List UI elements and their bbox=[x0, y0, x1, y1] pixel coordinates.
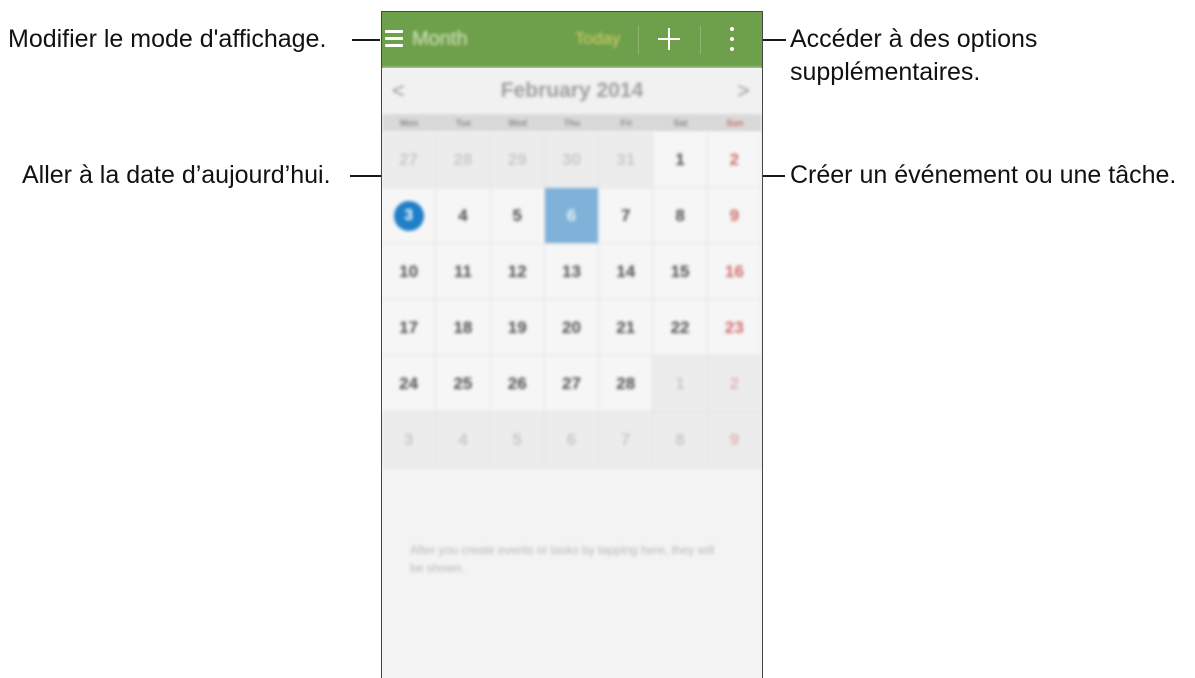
calendar-day-cell[interactable]: 5 bbox=[490, 188, 545, 244]
calendar-day-cell[interactable]: 22 bbox=[653, 300, 708, 356]
calendar-day-cell[interactable]: 6 bbox=[544, 188, 600, 244]
calendar-day-cell[interactable]: 8 bbox=[653, 188, 708, 244]
calendar-day-cell[interactable]: 2 bbox=[707, 132, 762, 188]
calendar-day-cell[interactable]: 29 bbox=[490, 132, 545, 188]
callout-view-mode: Modifier le mode d'affichage. bbox=[8, 25, 327, 53]
weekday-label: Fri bbox=[620, 118, 633, 128]
callout-create-event: Créer un événement ou une tâche. bbox=[790, 161, 1177, 189]
calendar-day-cell[interactable]: 4 bbox=[436, 188, 491, 244]
calendar-day-cell[interactable]: 19 bbox=[490, 300, 545, 356]
calendar-day-cell[interactable]: 25 bbox=[436, 356, 491, 412]
calendar-day-cell[interactable]: 30 bbox=[544, 132, 600, 188]
calendar-day-cell[interactable]: 3 bbox=[382, 188, 437, 244]
calendar-day-cell[interactable]: 10 bbox=[382, 244, 437, 300]
calendar-day-cell[interactable]: 28 bbox=[436, 132, 491, 188]
calendar-day-cell[interactable]: 3 bbox=[382, 412, 437, 468]
month-label: February 2014 bbox=[500, 79, 644, 102]
callout-more-options-line1: Accéder à des options bbox=[790, 25, 1038, 53]
week-row: 10 11 12 13 14 15 16 bbox=[382, 244, 762, 300]
calendar-day-cell[interactable]: 27 bbox=[382, 132, 437, 188]
calendar-day-cell[interactable]: 15 bbox=[653, 244, 708, 300]
calendar-day-cell[interactable]: 7 bbox=[599, 188, 654, 244]
calendar-day-cell[interactable]: 16 bbox=[707, 244, 762, 300]
calendar-day-cell[interactable]: 20 bbox=[544, 300, 600, 356]
calendar-day-cell[interactable]: 2 bbox=[707, 356, 762, 412]
calendar-day-cell[interactable]: 4 bbox=[436, 412, 491, 468]
calendar-day-cell[interactable]: 31 bbox=[599, 132, 654, 188]
calendar-day-cell[interactable]: 13 bbox=[544, 244, 600, 300]
calendar-day-cell[interactable]: 1 bbox=[653, 132, 708, 188]
calendar-day-cell[interactable]: 5 bbox=[490, 412, 545, 468]
phone-screen: Month Today < February 2014 > Mon Tue We… bbox=[381, 11, 763, 678]
callout-more-options-line2: supplémentaires. bbox=[790, 58, 981, 86]
calendar-day-cell[interactable]: 8 bbox=[653, 412, 708, 468]
weekday-label: Tue bbox=[455, 118, 472, 128]
week-row: 24 25 26 27 28 1 2 bbox=[382, 356, 762, 412]
calendar-day-cell[interactable]: 1 bbox=[653, 356, 708, 412]
leader-line-view-mode bbox=[352, 39, 380, 41]
calendar-day-cell[interactable]: 9 bbox=[707, 412, 762, 468]
app-bar: Month Today bbox=[382, 12, 762, 68]
calendar-day-cell[interactable]: 17 bbox=[382, 300, 437, 356]
calendar-grid: 27 28 29 30 31 1 2 3 4 5 6 7 8 9 10 11 12 13 14 15 16 17 18 19 2… bbox=[382, 132, 762, 468]
calendar-day-cell[interactable]: 12 bbox=[490, 244, 545, 300]
calendar-day-cell[interactable]: 6 bbox=[544, 412, 600, 468]
weekday-label: Sat bbox=[673, 118, 688, 128]
separator bbox=[638, 26, 639, 54]
week-row: 27 28 29 30 31 1 2 bbox=[382, 132, 762, 188]
overflow-menu-icon[interactable] bbox=[729, 27, 735, 53]
today-marker: 3 bbox=[393, 200, 424, 231]
next-month-chevron-icon[interactable]: > bbox=[737, 78, 750, 104]
calendar-day-cell[interactable]: 26 bbox=[490, 356, 545, 412]
separator bbox=[700, 26, 701, 54]
empty-events-message[interactable]: After you create events or tasks by tapp… bbox=[410, 541, 730, 577]
weekday-header: Mon Tue Wed Thu Fri Sat Sun bbox=[382, 114, 762, 132]
week-row: 3456789 bbox=[382, 412, 762, 468]
plus-icon[interactable] bbox=[658, 28, 680, 50]
calendar-day-cell[interactable]: 7 bbox=[599, 412, 654, 468]
calendar-day-cell[interactable]: 14 bbox=[599, 244, 654, 300]
calendar-day-cell[interactable]: 23 bbox=[707, 300, 762, 356]
calendar-day-cell[interactable]: 27 bbox=[544, 356, 600, 412]
calendar-day-cell[interactable]: 21 bbox=[599, 300, 654, 356]
today-button[interactable]: Today bbox=[575, 29, 620, 49]
week-row: 17 18 19 20 21 22 23 bbox=[382, 300, 762, 356]
calendar-day-cell[interactable]: 11 bbox=[436, 244, 491, 300]
weekday-label: Mon bbox=[399, 118, 419, 128]
month-navigation: < February 2014 > bbox=[382, 68, 762, 114]
week-row: 3456789 bbox=[382, 188, 762, 244]
weekday-label: Thu bbox=[563, 118, 581, 128]
calendar-day-cell[interactable]: 28 bbox=[599, 356, 654, 412]
weekday-label: Sun bbox=[726, 118, 744, 128]
calendar-day-cell[interactable]: 18 bbox=[436, 300, 491, 356]
weekday-label: Wed bbox=[508, 118, 528, 128]
callout-go-today: Aller à la date d’aujourd’hui. bbox=[22, 161, 331, 189]
calendar-day-cell[interactable]: 24 bbox=[382, 356, 437, 412]
view-mode-title[interactable]: Month bbox=[412, 28, 468, 51]
calendar-day-cell[interactable]: 9 bbox=[707, 188, 762, 244]
hamburger-menu-icon[interactable] bbox=[385, 29, 403, 47]
